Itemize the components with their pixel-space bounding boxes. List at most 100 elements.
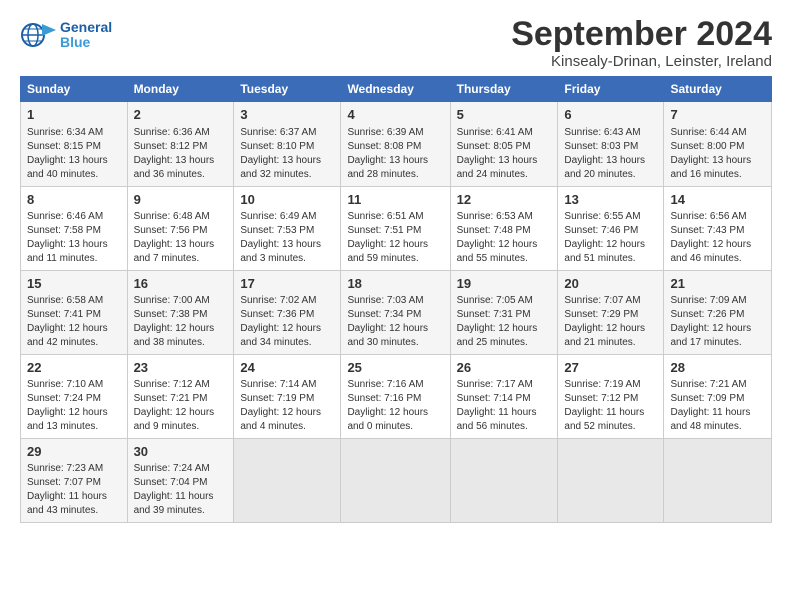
day-info: Sunrise: 6:36 AM Sunset: 8:12 PM Dayligh…: [134, 126, 228, 182]
day-info: Sunrise: 7:10 AM Sunset: 7:24 PM Dayligh…: [27, 378, 121, 434]
day-info: Sunrise: 6:46 AM Sunset: 7:58 PM Dayligh…: [27, 210, 121, 266]
page: General Blue September 2024 Kinsealy-Dri…: [0, 0, 792, 612]
logo-text: General Blue: [60, 20, 112, 51]
day-cell: 4 Sunrise: 6:39 AM Sunset: 8:08 PM Daylig…: [341, 102, 450, 186]
week-row-5: 29Sunrise: 7:23 AM Sunset: 7:07 PM Dayli…: [21, 439, 772, 523]
day-info: Sunrise: 6:43 AM Sunset: 8:03 PM Dayligh…: [564, 126, 657, 182]
month-title: September 2024: [511, 16, 772, 53]
day-info: Sunrise: 6:56 AM Sunset: 7:43 PM Dayligh…: [670, 210, 765, 266]
week-row-4: 22Sunrise: 7:10 AM Sunset: 7:24 PM Dayli…: [21, 354, 772, 438]
day-number: 15: [27, 275, 121, 293]
day-number: 2: [134, 106, 228, 124]
day-number: 30: [134, 443, 228, 461]
day-cell: 14Sunrise: 6:56 AM Sunset: 7:43 PM Dayli…: [664, 186, 772, 270]
day-info: Sunrise: 7:21 AM Sunset: 7:09 PM Dayligh…: [670, 378, 765, 434]
day-cell: 22Sunrise: 7:10 AM Sunset: 7:24 PM Dayli…: [21, 354, 128, 438]
day-cell: 28Sunrise: 7:21 AM Sunset: 7:09 PM Dayli…: [664, 354, 772, 438]
day-cell: 25Sunrise: 7:16 AM Sunset: 7:16 PM Dayli…: [341, 354, 450, 438]
day-info: Sunrise: 7:23 AM Sunset: 7:07 PM Dayligh…: [27, 462, 121, 518]
day-cell: 24Sunrise: 7:14 AM Sunset: 7:19 PM Dayli…: [234, 354, 341, 438]
header-cell-sunday: Sunday: [21, 77, 128, 102]
day-info: Sunrise: 6:49 AM Sunset: 7:53 PM Dayligh…: [240, 210, 334, 266]
day-cell: 30Sunrise: 7:24 AM Sunset: 7:04 PM Dayli…: [127, 439, 234, 523]
day-cell: 5Sunrise: 6:41 AM Sunset: 8:05 PM Daylig…: [450, 102, 558, 186]
day-info: Sunrise: 7:16 AM Sunset: 7:16 PM Dayligh…: [347, 378, 443, 434]
day-info: Sunrise: 7:19 AM Sunset: 7:12 PM Dayligh…: [564, 378, 657, 434]
day-info: Sunrise: 6:34 AM Sunset: 8:15 PM Dayligh…: [27, 126, 121, 182]
day-cell: 27Sunrise: 7:19 AM Sunset: 7:12 PM Dayli…: [558, 354, 664, 438]
day-cell: [450, 439, 558, 523]
day-number: 5: [457, 106, 552, 124]
day-number: 27: [564, 359, 657, 377]
header-cell-wednesday: Wednesday: [341, 77, 450, 102]
day-cell: 8Sunrise: 6:46 AM Sunset: 7:58 PM Daylig…: [21, 186, 128, 270]
location: Kinsealy-Drinan, Leinster, Ireland: [511, 53, 772, 70]
day-cell: 7 Sunrise: 6:44 AM Sunset: 8:00 PM Daylig…: [664, 102, 772, 186]
header-cell-saturday: Saturday: [664, 77, 772, 102]
day-cell: 15Sunrise: 6:58 AM Sunset: 7:41 PM Dayli…: [21, 270, 128, 354]
day-number: 22: [27, 359, 121, 377]
day-info: Sunrise: 7:09 AM Sunset: 7:26 PM Dayligh…: [670, 294, 765, 350]
day-number: 10: [240, 191, 334, 209]
day-info: Sunrise: 6:44 AM Sunset: 8:00 PM Dayligh…: [670, 126, 765, 182]
day-cell: 20Sunrise: 7:07 AM Sunset: 7:29 PM Dayli…: [558, 270, 664, 354]
day-cell: [341, 439, 450, 523]
day-info: Sunrise: 6:39 AM Sunset: 8:08 PM Dayligh…: [347, 126, 443, 182]
day-info: Sunrise: 7:07 AM Sunset: 7:29 PM Dayligh…: [564, 294, 657, 350]
day-number: 21: [670, 275, 765, 293]
day-number: 25: [347, 359, 443, 377]
day-cell: 29Sunrise: 7:23 AM Sunset: 7:07 PM Dayli…: [21, 439, 128, 523]
header: General Blue September 2024 Kinsealy-Dri…: [20, 16, 772, 70]
day-number: 23: [134, 359, 228, 377]
day-cell: [558, 439, 664, 523]
header-cell-thursday: Thursday: [450, 77, 558, 102]
day-info: Sunrise: 7:24 AM Sunset: 7:04 PM Dayligh…: [134, 462, 228, 518]
day-number: 26: [457, 359, 552, 377]
calendar-table: SundayMondayTuesdayWednesdayThursdayFrid…: [20, 76, 772, 523]
day-cell: 2 Sunrise: 6:36 AM Sunset: 8:12 PM Daylig…: [127, 102, 234, 186]
day-cell: 26Sunrise: 7:17 AM Sunset: 7:14 PM Dayli…: [450, 354, 558, 438]
day-info: Sunrise: 7:17 AM Sunset: 7:14 PM Dayligh…: [457, 378, 552, 434]
day-cell: 19Sunrise: 7:05 AM Sunset: 7:31 PM Dayli…: [450, 270, 558, 354]
day-info: Sunrise: 6:37 AM Sunset: 8:10 PM Dayligh…: [240, 126, 334, 182]
day-cell: 16Sunrise: 7:00 AM Sunset: 7:38 PM Dayli…: [127, 270, 234, 354]
day-info: Sunrise: 7:03 AM Sunset: 7:34 PM Dayligh…: [347, 294, 443, 350]
header-row: SundayMondayTuesdayWednesdayThursdayFrid…: [21, 77, 772, 102]
day-cell: 13Sunrise: 6:55 AM Sunset: 7:46 PM Dayli…: [558, 186, 664, 270]
week-row-1: 1 Sunrise: 6:34 AM Sunset: 8:15 PM Daylig…: [21, 102, 772, 186]
day-number: 4: [347, 106, 443, 124]
day-cell: 12Sunrise: 6:53 AM Sunset: 7:48 PM Dayli…: [450, 186, 558, 270]
day-number: 1: [27, 106, 121, 124]
day-info: Sunrise: 6:53 AM Sunset: 7:48 PM Dayligh…: [457, 210, 552, 266]
day-info: Sunrise: 7:14 AM Sunset: 7:19 PM Dayligh…: [240, 378, 334, 434]
day-number: 11: [347, 191, 443, 209]
week-row-3: 15Sunrise: 6:58 AM Sunset: 7:41 PM Dayli…: [21, 270, 772, 354]
logo: General Blue: [20, 20, 112, 51]
day-number: 19: [457, 275, 552, 293]
day-number: 17: [240, 275, 334, 293]
day-number: 6: [564, 106, 657, 124]
day-cell: 6 Sunrise: 6:43 AM Sunset: 8:03 PM Daylig…: [558, 102, 664, 186]
header-cell-monday: Monday: [127, 77, 234, 102]
day-number: 24: [240, 359, 334, 377]
day-info: Sunrise: 6:55 AM Sunset: 7:46 PM Dayligh…: [564, 210, 657, 266]
day-number: 28: [670, 359, 765, 377]
day-number: 7: [670, 106, 765, 124]
day-number: 14: [670, 191, 765, 209]
day-cell: 9Sunrise: 6:48 AM Sunset: 7:56 PM Daylig…: [127, 186, 234, 270]
day-info: Sunrise: 7:05 AM Sunset: 7:31 PM Dayligh…: [457, 294, 552, 350]
day-number: 8: [27, 191, 121, 209]
header-cell-tuesday: Tuesday: [234, 77, 341, 102]
day-info: Sunrise: 7:02 AM Sunset: 7:36 PM Dayligh…: [240, 294, 334, 350]
day-cell: [234, 439, 341, 523]
day-number: 9: [134, 191, 228, 209]
day-number: 3: [240, 106, 334, 124]
day-number: 16: [134, 275, 228, 293]
day-number: 12: [457, 191, 552, 209]
day-number: 18: [347, 275, 443, 293]
day-cell: 1 Sunrise: 6:34 AM Sunset: 8:15 PM Daylig…: [21, 102, 128, 186]
day-cell: 3 Sunrise: 6:37 AM Sunset: 8:10 PM Daylig…: [234, 102, 341, 186]
day-info: Sunrise: 6:58 AM Sunset: 7:41 PM Dayligh…: [27, 294, 121, 350]
day-cell: [664, 439, 772, 523]
day-cell: 23Sunrise: 7:12 AM Sunset: 7:21 PM Dayli…: [127, 354, 234, 438]
